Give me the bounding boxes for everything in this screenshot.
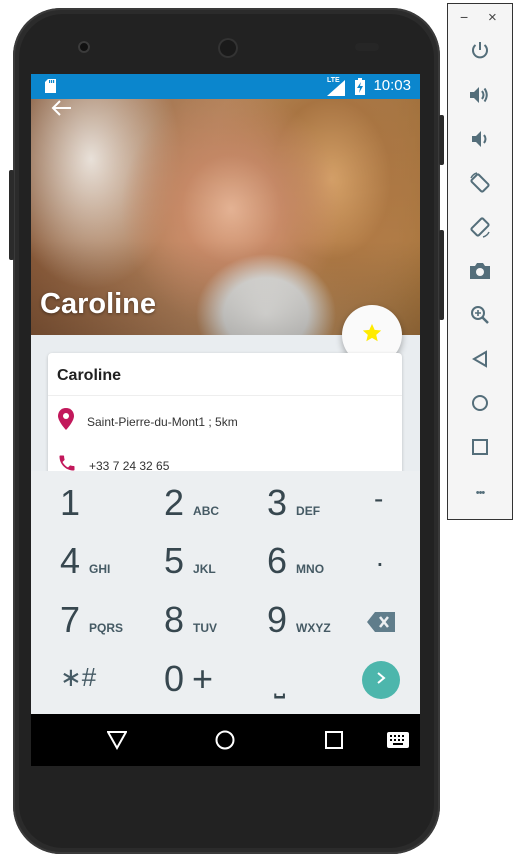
key-minus[interactable]: - <box>374 485 383 541</box>
location-pin-icon <box>57 408 75 435</box>
key-1[interactable]: 1 <box>60 485 80 541</box>
rotate-right-icon <box>469 216 491 243</box>
home-circle-icon[interactable] <box>215 730 235 755</box>
go-button[interactable] <box>362 661 400 699</box>
home-button[interactable] <box>468 393 492 417</box>
back-arrow-icon[interactable] <box>51 99 75 123</box>
power-icon <box>470 41 490 66</box>
key-5[interactable]: 5 JKL <box>164 543 216 599</box>
camera-icon <box>469 261 491 286</box>
overview-button[interactable] <box>468 437 492 461</box>
screenshot-button[interactable] <box>468 261 492 285</box>
side-button-right <box>439 115 444 165</box>
address-text: Saint-Pierre-du-Mont1 ; 5km <box>87 414 238 429</box>
rotate-right-button[interactable] <box>468 216 492 243</box>
speaker-grill <box>218 38 238 58</box>
back-triangle-icon[interactable] <box>106 730 128 755</box>
device-screen: LTE 10:03 Caroline Caroline Saint-Pierre… <box>31 74 420 766</box>
status-bar: LTE 10:03 <box>31 74 420 99</box>
zoom-button[interactable] <box>468 305 492 329</box>
battery-charging-icon <box>355 78 365 100</box>
rotate-left-icon <box>469 171 491 199</box>
key-6[interactable]: 6 MNO <box>267 543 324 599</box>
overview-square-icon <box>472 438 488 460</box>
power-button[interactable] <box>468 41 492 65</box>
key-star-hash[interactable]: ∗# <box>60 664 96 720</box>
card-divider <box>48 395 402 396</box>
star-icon <box>361 322 383 349</box>
recents-square-icon[interactable] <box>325 731 343 754</box>
key-dot[interactable]: . <box>376 543 384 599</box>
back-button[interactable] <box>468 349 492 373</box>
key-3[interactable]: 3 DEF <box>267 485 320 541</box>
card-contact-name: Caroline <box>57 367 122 384</box>
key-0-plus[interactable]: 0 + <box>164 661 213 717</box>
proximity-sensor <box>355 43 379 51</box>
navigation-bar <box>31 714 420 766</box>
key-2[interactable]: 2 ABC <box>164 485 219 541</box>
signal-icon <box>327 80 345 101</box>
keyboard-icon[interactable] <box>387 732 409 753</box>
clock: 10:03 <box>373 77 411 94</box>
side-button-left <box>9 170 14 260</box>
front-camera <box>78 41 90 53</box>
side-button-right-lower <box>439 230 444 320</box>
home-circle-icon <box>471 394 489 417</box>
rotate-left-button[interactable] <box>468 171 492 199</box>
contact-photo: Caroline <box>31 99 420 335</box>
numeric-keypad: 1 2 ABC 3 DEF - 4 GHI 5 JKL 6 MNO . 7 PQRS 8 TU… <box>31 471 420 716</box>
close-button[interactable]: × <box>488 9 497 26</box>
back-triangle-icon <box>472 349 488 373</box>
backspace-key[interactable] <box>367 612 395 668</box>
volume-up-icon <box>469 85 491 110</box>
backspace-icon <box>367 612 395 637</box>
more-icon: ••• <box>475 487 486 499</box>
key-7[interactable]: 7 PQRS <box>60 602 123 658</box>
key-4[interactable]: 4 GHI <box>60 543 110 599</box>
more-button[interactable]: ••• <box>468 481 492 505</box>
zoom-in-icon <box>470 305 490 330</box>
address-row[interactable]: Saint-Pierre-du-Mont1 ; 5km <box>57 408 238 435</box>
volume-down-button[interactable] <box>468 129 492 153</box>
sd-card-icon <box>45 79 56 98</box>
emulator-toolbar: − × ••• <box>447 3 513 520</box>
volume-down-icon <box>471 129 489 154</box>
volume-up-button[interactable] <box>468 85 492 109</box>
key-9[interactable]: 9 WXYZ <box>267 602 331 658</box>
chevron-right-icon <box>375 671 387 690</box>
contact-name-header: Caroline <box>40 288 157 320</box>
key-8[interactable]: 8 TUV <box>164 602 217 658</box>
minimize-button[interactable]: − <box>460 9 468 25</box>
